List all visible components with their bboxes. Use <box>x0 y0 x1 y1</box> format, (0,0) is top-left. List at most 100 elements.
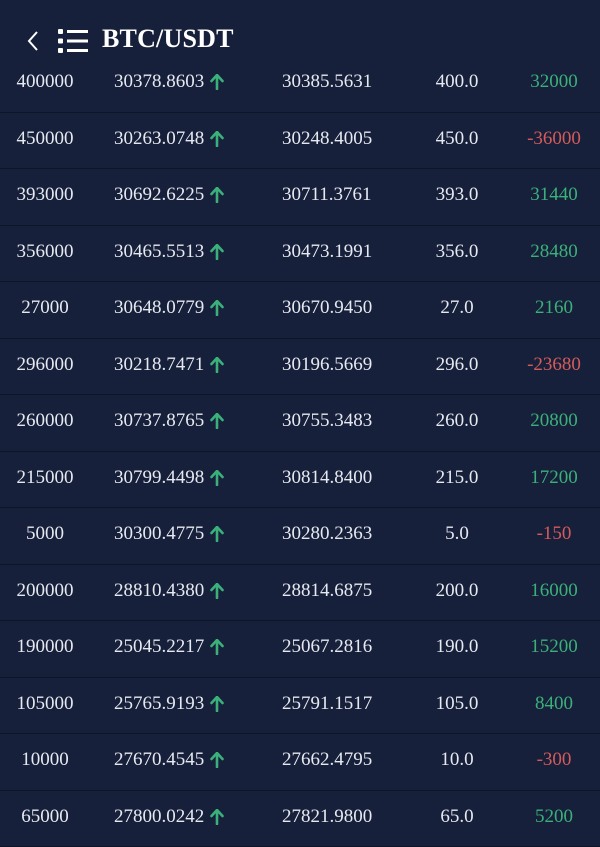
table-row[interactable]: 215000 30799.4498 30814.8400 215.017200 <box>0 452 600 509</box>
table-row[interactable]: 10500025765.919325791.1517105.08400 <box>0 678 600 735</box>
open-price-cell: 25765.9193 <box>114 692 224 716</box>
open-price-value: 30692.6225 <box>114 183 204 207</box>
chevron-left-icon <box>26 30 40 52</box>
arrow-up-icon <box>210 639 224 655</box>
quantity-cell: 65.0 <box>412 805 502 829</box>
open-price-cell: 30300.4775 <box>114 522 224 546</box>
pnl-cell: -23680 <box>508 353 600 377</box>
amount-cell: 296000 <box>0 353 90 377</box>
list-icon <box>57 28 89 54</box>
pnl-cell: 28480 <box>508 240 600 264</box>
quantity-cell: 260.0 <box>412 409 502 433</box>
arrow-up-icon <box>210 413 224 429</box>
open-price-cell: 30692.6225 <box>114 183 224 207</box>
open-price-value: 27670.4545 <box>114 748 204 772</box>
back-button[interactable] <box>18 26 48 56</box>
close-price-cell: 30280.2363 <box>282 522 372 546</box>
amount-cell: 27000 <box>0 296 90 320</box>
pnl-cell: 5200 <box>508 805 600 829</box>
pnl-cell: 17200 <box>508 466 600 490</box>
open-price-cell: 30465.5513 <box>114 240 224 264</box>
arrow-up-icon <box>210 696 224 712</box>
quantity-cell: 27.0 <box>412 296 502 320</box>
open-price-cell: 30799.4498 <box>114 466 224 490</box>
pnl-cell: 15200 <box>508 635 600 659</box>
table-row[interactable]: 45000030263.074830248.4005450.0-36000 <box>0 113 600 170</box>
quantity-cell: 393.0 <box>412 183 502 207</box>
arrow-up-icon <box>210 809 224 825</box>
amount-cell: 356000 <box>0 240 90 264</box>
table-row[interactable]: 26000030737.876530755.3483260.020800 <box>0 395 600 452</box>
open-price-value: 30737.8765 <box>114 409 204 433</box>
table-row[interactable]: 1000027670.454527662.479510.0-300 <box>0 734 600 791</box>
close-price-cell: 28814.6875 <box>282 579 372 603</box>
open-price-value: 30648.0779 <box>114 296 204 320</box>
close-price-cell: 25067.2816 <box>282 635 372 659</box>
close-price-cell: 27821.9800 <box>282 805 372 829</box>
arrow-up-icon <box>210 470 224 486</box>
table-row[interactable]: 500030300.477530280.23635.0-150 <box>0 508 600 565</box>
table-row[interactable]: 400000 30378.8603 30385.5631 400.032000 <box>0 56 600 113</box>
pnl-cell: -36000 <box>508 127 600 151</box>
close-price-cell: 30248.4005 <box>282 127 372 151</box>
amount-cell: 400000 <box>0 70 90 94</box>
close-price-cell: 30385.5631 <box>282 70 372 94</box>
open-price-value: 25045.2217 <box>114 635 204 659</box>
open-price-cell: 27670.4545 <box>114 748 224 772</box>
open-price-cell: 30378.8603 <box>114 70 224 94</box>
amount-cell: 190000 <box>0 635 90 659</box>
table-row[interactable]: 35600030465.551330473.1991356.028480 <box>0 226 600 283</box>
arrow-up-icon <box>210 357 224 373</box>
open-price-value: 30218.7471 <box>114 353 204 377</box>
amount-cell: 105000 <box>0 692 90 716</box>
arrow-up-icon <box>210 187 224 203</box>
close-price-cell: 30670.9450 <box>282 296 372 320</box>
open-price-value: 27800.0242 <box>114 805 204 829</box>
close-price-cell: 25791.1517 <box>282 692 372 716</box>
arrow-up-icon <box>210 526 224 542</box>
table-row[interactable]: 190000 25045.2217 25067.2816 190.015200 <box>0 621 600 678</box>
open-price-value: 30300.4775 <box>114 522 204 546</box>
pnl-cell: 16000 <box>508 579 600 603</box>
quantity-cell: 105.0 <box>412 692 502 716</box>
table-row[interactable]: 27000 30648.0779 30670.9450 27.02160 <box>0 282 600 339</box>
pnl-cell: 2160 <box>508 296 600 320</box>
close-price-cell: 27662.4795 <box>282 748 372 772</box>
open-price-value: 30799.4498 <box>114 466 204 490</box>
open-price-value: 30378.8603 <box>114 70 204 94</box>
close-price-cell: 30711.3761 <box>282 183 372 207</box>
arrow-up-icon <box>210 74 224 90</box>
open-price-cell: 28810.4380 <box>114 579 224 603</box>
open-price-cell: 30737.8765 <box>114 409 224 433</box>
quantity-cell: 215.0 <box>412 466 502 490</box>
amount-cell: 260000 <box>0 409 90 433</box>
open-price-cell: 30218.7471 <box>114 353 224 377</box>
table-row[interactable]: 296000 30218.7471 30196.5669 296.0-23680 <box>0 339 600 396</box>
quantity-cell: 200.0 <box>412 579 502 603</box>
close-price-cell: 30755.3483 <box>282 409 372 433</box>
quantity-cell: 296.0 <box>412 353 502 377</box>
amount-cell: 200000 <box>0 579 90 603</box>
table-row[interactable]: 6500027800.024227821.980065.05200 <box>0 791 600 847</box>
amount-cell: 10000 <box>0 748 90 772</box>
pnl-cell: 31440 <box>508 183 600 207</box>
close-price-cell: 30196.5669 <box>282 353 372 377</box>
quantity-cell: 10.0 <box>412 748 502 772</box>
quantity-cell: 450.0 <box>412 127 502 151</box>
pnl-cell: 32000 <box>508 70 600 94</box>
arrow-up-icon <box>210 583 224 599</box>
list-menu-button[interactable] <box>56 26 90 56</box>
arrow-up-icon <box>210 244 224 260</box>
table-row[interactable]: 200000 28810.4380 28814.6875 200.016000 <box>0 565 600 622</box>
open-price-value: 28810.4380 <box>114 579 204 603</box>
open-price-cell: 30263.0748 <box>114 127 224 151</box>
quantity-cell: 190.0 <box>412 635 502 659</box>
amount-cell: 5000 <box>0 522 90 546</box>
amount-cell: 215000 <box>0 466 90 490</box>
page-title: BTC/USDT <box>102 24 234 54</box>
table-row[interactable]: 39300030692.622530711.3761393.031440 <box>0 169 600 226</box>
quantity-cell: 400.0 <box>412 70 502 94</box>
close-price-cell: 30473.1991 <box>282 240 372 264</box>
close-price-cell: 30814.8400 <box>282 466 372 490</box>
open-price-cell: 27800.0242 <box>114 805 224 829</box>
